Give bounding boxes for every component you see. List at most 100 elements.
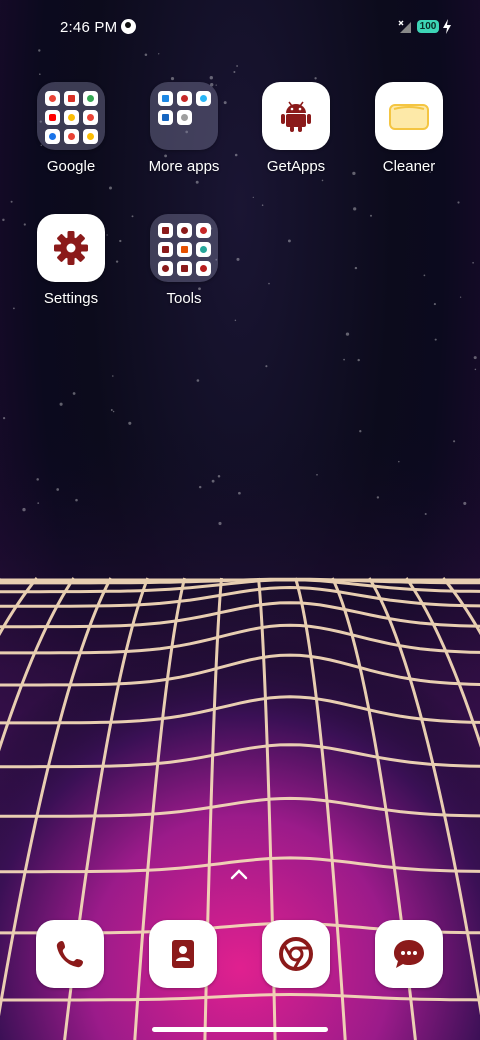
star xyxy=(370,214,372,217)
star xyxy=(56,488,60,491)
star xyxy=(343,358,345,361)
duo-icon xyxy=(44,129,60,144)
phone-icon xyxy=(56,941,83,968)
star xyxy=(463,501,467,505)
star xyxy=(457,201,460,204)
home-indicator[interactable] xyxy=(152,1027,328,1032)
gmail-icon xyxy=(63,91,79,106)
star xyxy=(75,498,78,502)
star xyxy=(453,440,456,443)
app-cleaner[interactable]: Cleaner xyxy=(359,82,459,175)
star xyxy=(316,473,318,476)
files-icon xyxy=(157,91,173,106)
flashlight-icon xyxy=(157,242,173,257)
star xyxy=(238,491,241,495)
star xyxy=(474,368,477,371)
app-label: Settings xyxy=(43,290,99,307)
browser-icon xyxy=(279,937,313,971)
app-getapps[interactable]: GetApps xyxy=(246,82,346,175)
star xyxy=(112,375,114,377)
vpn-icon xyxy=(121,19,136,34)
messages-icon xyxy=(394,940,424,968)
downloads-icon xyxy=(176,261,192,276)
folder-tools-tile[interactable] xyxy=(150,214,218,282)
star xyxy=(110,409,113,411)
star xyxy=(424,512,427,516)
star xyxy=(357,358,360,362)
star xyxy=(265,365,268,368)
security-icon xyxy=(157,110,173,125)
star xyxy=(261,204,264,206)
star xyxy=(236,65,239,67)
star xyxy=(234,319,237,322)
star xyxy=(287,239,291,243)
star xyxy=(2,218,5,222)
folder-google-tile[interactable] xyxy=(37,82,105,150)
dock-messages[interactable] xyxy=(375,920,443,988)
star xyxy=(36,478,39,481)
dock-phone[interactable] xyxy=(36,920,104,988)
signal-icon xyxy=(398,20,411,33)
star xyxy=(109,186,112,190)
app-settings[interactable]: Settings xyxy=(21,214,121,307)
radio-icon xyxy=(195,223,211,238)
folder-tools[interactable]: Tools xyxy=(134,214,234,307)
star xyxy=(10,200,13,203)
status-time: 2:46 PM xyxy=(60,19,118,36)
dock-contacts[interactable] xyxy=(149,920,217,988)
gear-icon xyxy=(54,231,88,265)
star xyxy=(196,379,200,382)
android-icon xyxy=(281,101,311,132)
star xyxy=(198,485,202,489)
themes-icon xyxy=(176,91,192,106)
star xyxy=(398,460,400,463)
star xyxy=(314,77,317,80)
google-icon xyxy=(44,91,60,106)
battery-indicator: 100 xyxy=(417,20,439,33)
star xyxy=(376,496,380,499)
star xyxy=(72,392,76,395)
star xyxy=(22,507,26,512)
star xyxy=(434,338,437,341)
folder-more-apps[interactable]: More apps xyxy=(134,82,234,175)
dock-browser[interactable] xyxy=(262,920,330,988)
status-bar: 2:46 PM 100 xyxy=(0,0,480,56)
star xyxy=(209,76,213,80)
photos-icon xyxy=(63,129,79,144)
star xyxy=(112,410,115,413)
app-label: More apps xyxy=(148,158,220,175)
star xyxy=(321,179,324,182)
cleaner-icon xyxy=(389,104,429,130)
star xyxy=(353,207,357,211)
star xyxy=(211,479,215,483)
play-icon xyxy=(82,110,98,125)
scanner-icon xyxy=(195,242,211,257)
star xyxy=(218,521,222,526)
star xyxy=(233,71,236,73)
settings-tile[interactable] xyxy=(37,214,105,282)
calculator-icon xyxy=(157,223,173,238)
star xyxy=(433,303,436,306)
star xyxy=(217,474,221,478)
charging-icon xyxy=(443,19,451,34)
app-label: Google xyxy=(46,158,96,175)
app-label: GetApps xyxy=(266,158,326,175)
folder-google[interactable]: Google xyxy=(21,82,121,175)
star xyxy=(37,502,40,504)
star xyxy=(236,257,240,261)
star xyxy=(359,430,362,433)
getapps-tile[interactable] xyxy=(262,82,330,150)
star xyxy=(195,180,199,184)
weather-icon xyxy=(195,91,211,106)
cleaner-tile[interactable] xyxy=(375,82,443,150)
chrome-icon xyxy=(63,110,79,125)
app-label: Tools xyxy=(166,290,202,307)
folder-more-apps-tile[interactable] xyxy=(150,82,218,150)
share-icon xyxy=(157,261,173,276)
star xyxy=(170,77,175,81)
star xyxy=(234,153,238,157)
star xyxy=(3,417,6,420)
chevron-up-icon[interactable] xyxy=(228,866,250,882)
star xyxy=(459,296,462,298)
star xyxy=(39,73,41,75)
